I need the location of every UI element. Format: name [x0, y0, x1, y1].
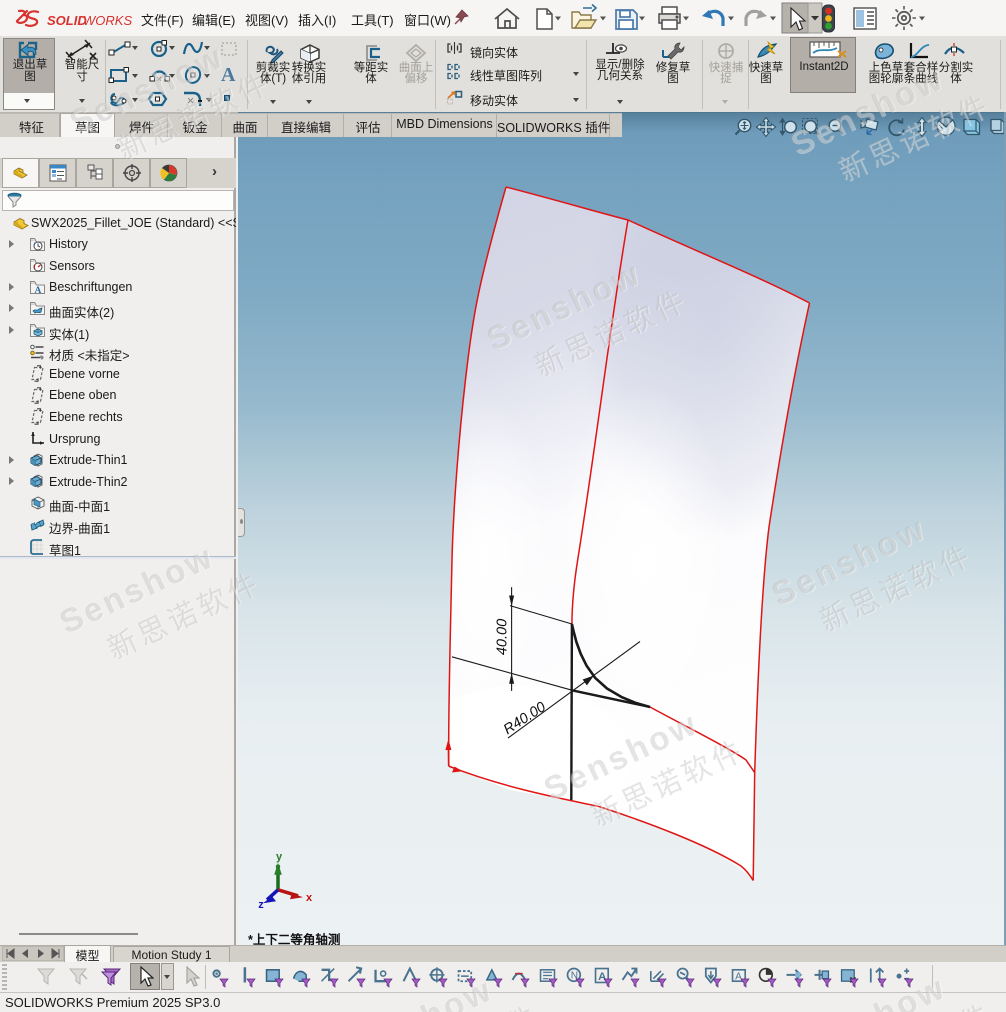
svg-text:z: z: [258, 899, 264, 911]
svg-text:x: x: [306, 892, 313, 904]
svg-text:SOLID: SOLID: [47, 13, 87, 28]
svg-text:WORKS: WORKS: [83, 13, 132, 28]
svg-text:40.00: 40.00: [495, 619, 511, 655]
svg-text:y: y: [276, 851, 283, 863]
svg-text:A: A: [35, 286, 42, 296]
